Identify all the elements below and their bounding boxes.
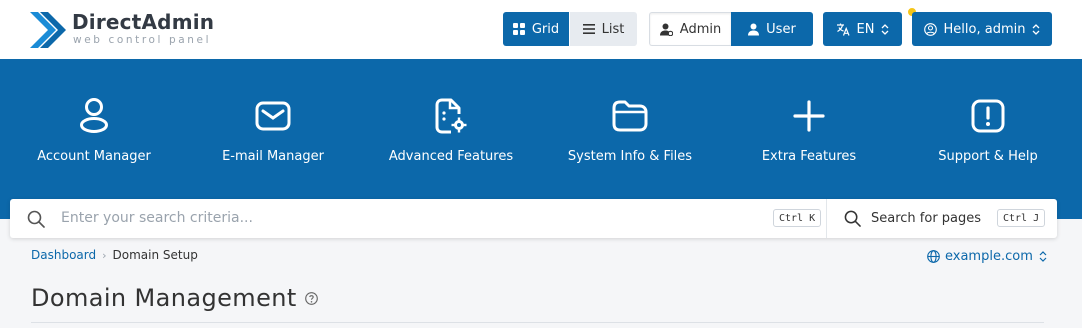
page-title: Domain Management: [31, 284, 318, 312]
list-icon: [582, 24, 595, 34]
admin-user-icon: [659, 23, 673, 36]
breadcrumb-current: Domain Setup: [112, 248, 198, 262]
grid-view-button[interactable]: Grid: [503, 12, 569, 46]
nav-extra-features[interactable]: Extra Features: [724, 95, 894, 164]
nav-system-info-files[interactable]: System Info & Files: [545, 95, 715, 164]
exclamation-icon: [971, 99, 1005, 133]
search-pages-button[interactable]: Search for pages: [844, 209, 981, 227]
nav-label: Advanced Features: [388, 149, 514, 164]
list-view-button[interactable]: List: [570, 12, 637, 46]
language-label: EN: [856, 21, 875, 37]
brand-tagline: web control panel: [73, 34, 212, 46]
chevron-right-icon: ›: [102, 248, 107, 262]
list-view-label: List: [601, 21, 625, 37]
user-level-label: User: [766, 21, 796, 37]
page-title-text: Domain Management: [31, 284, 297, 312]
translate-icon: [836, 23, 850, 36]
search-shortcut-badge: Ctrl K: [773, 209, 822, 227]
user-icon: [748, 23, 760, 35]
logo[interactable]: DirectAdmin web control panel: [28, 8, 228, 52]
search-pages-shortcut-badge: Ctrl J: [997, 209, 1046, 227]
nav-advanced-features[interactable]: Advanced Features: [366, 95, 536, 164]
chevron-updown-icon: [1039, 251, 1047, 262]
folder-icon: [612, 100, 648, 132]
account-menu-button[interactable]: Hello, admin: [912, 12, 1052, 46]
user-level-button[interactable]: User: [731, 12, 813, 46]
nav-label: E-mail Manager: [222, 149, 324, 164]
domain-select-value: example.com: [945, 249, 1033, 264]
main-nav: Account Manager E-mail Manager Advanced …: [0, 59, 1082, 219]
search-bar: Ctrl K Search for pages Ctrl J: [10, 199, 1057, 238]
admin-level-button[interactable]: Admin: [649, 12, 731, 46]
nav-email-manager[interactable]: E-mail Manager: [188, 95, 358, 164]
top-bar: DirectAdmin web control panel Grid List …: [0, 0, 1082, 59]
nav-account-manager[interactable]: Account Manager: [9, 95, 179, 164]
nav-support-help[interactable]: Support & Help: [903, 95, 1073, 164]
admin-level-label: Admin: [679, 21, 722, 37]
breadcrumb: Dashboard › Domain Setup: [31, 248, 198, 262]
search-icon: [844, 210, 861, 227]
domain-select[interactable]: example.com: [927, 249, 1048, 264]
user-icon: [80, 98, 108, 133]
nav-label: Extra Features: [761, 149, 857, 164]
chevron-updown-icon: [882, 23, 889, 35]
envelope-icon: [255, 101, 291, 131]
nav-label: System Info & Files: [567, 149, 693, 164]
search-input[interactable]: [61, 207, 761, 229]
language-select[interactable]: EN: [823, 12, 902, 46]
help-icon[interactable]: [304, 291, 318, 305]
breadcrumb-dashboard[interactable]: Dashboard: [31, 248, 96, 262]
globe-icon: [927, 250, 940, 263]
grid-icon: [512, 23, 525, 35]
nav-label: Account Manager: [37, 149, 151, 164]
search-divider: [826, 199, 827, 238]
chevron-updown-icon: [1033, 23, 1040, 35]
user-circle-icon: [923, 22, 937, 36]
nav-label: Support & Help: [938, 149, 1038, 164]
brand-name: DirectAdmin: [72, 10, 215, 34]
grid-view-label: Grid: [531, 21, 560, 37]
search-pages-label: Search for pages: [871, 210, 982, 226]
document-gear-icon: [435, 98, 467, 134]
plus-icon: [793, 100, 825, 132]
search-icon: [27, 210, 45, 228]
title-divider: [31, 322, 1044, 323]
greeting-label: Hello, admin: [943, 21, 1026, 37]
logo-mark-icon: [30, 12, 66, 48]
